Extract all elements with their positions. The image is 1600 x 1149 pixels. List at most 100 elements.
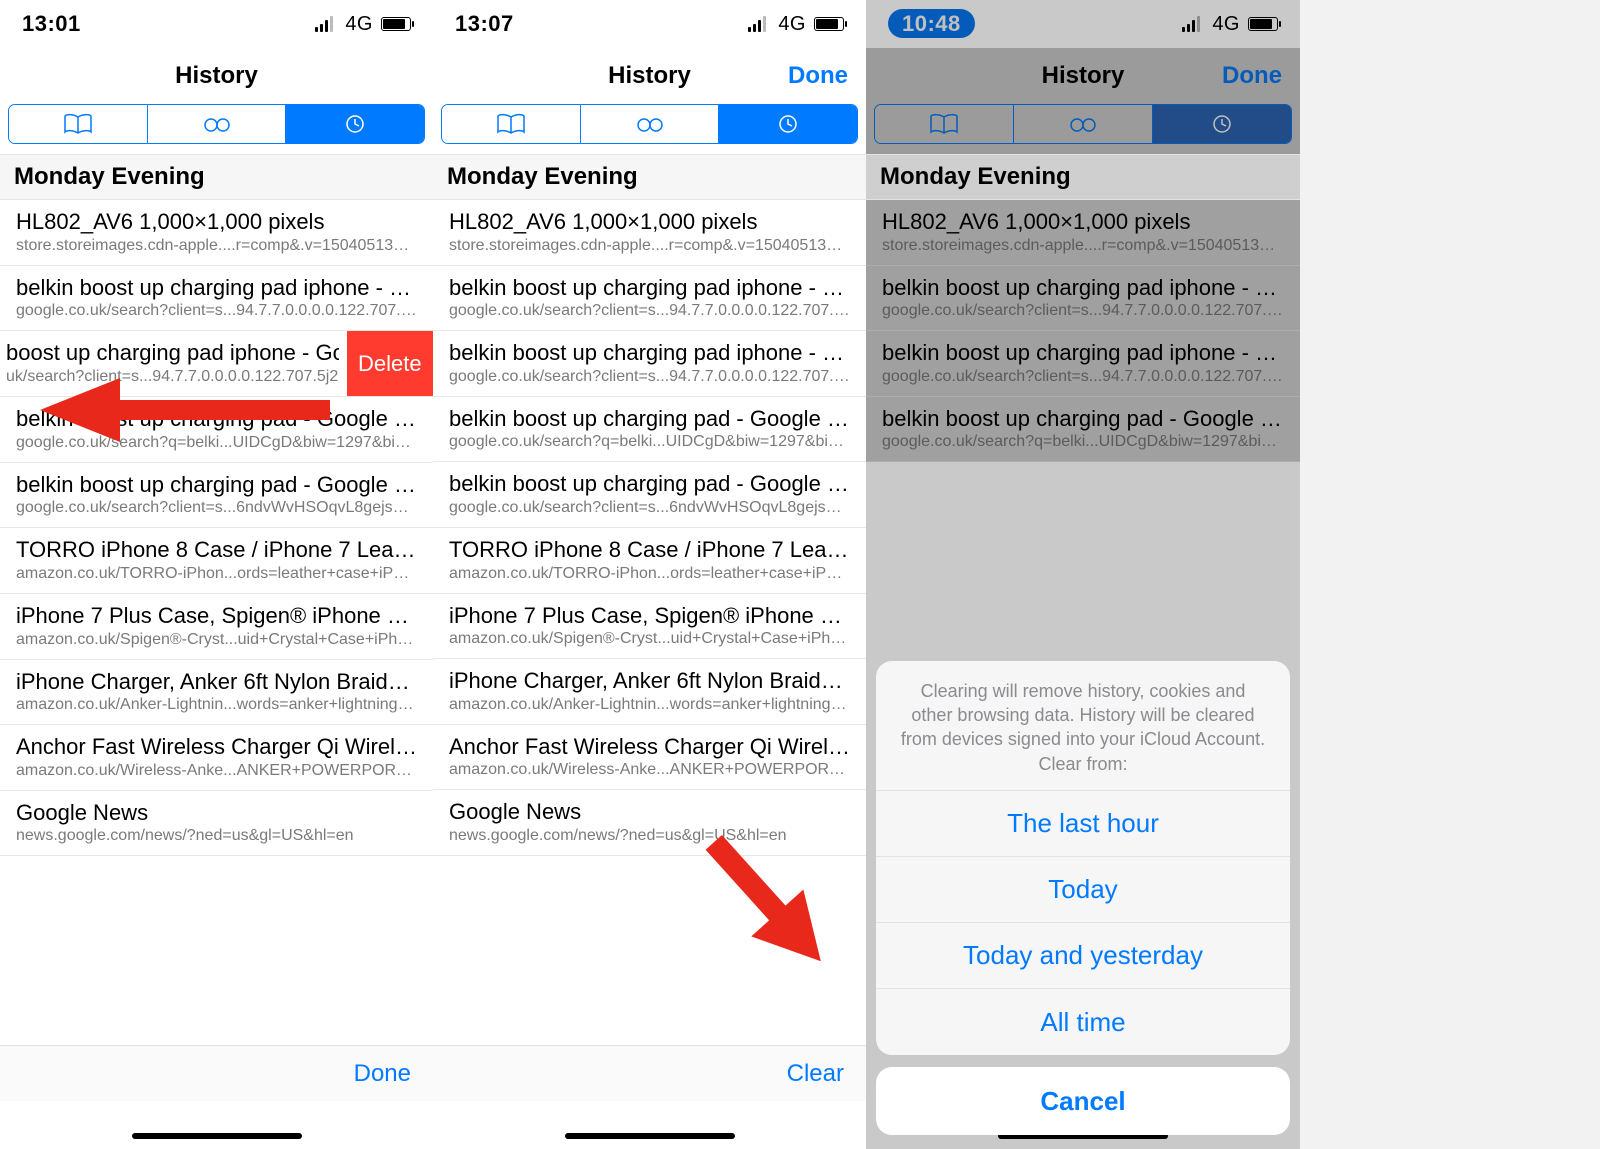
list-item[interactable]: iPhone 7 Plus Case, Spigen® iPhone 8 Plu… bbox=[433, 594, 866, 660]
nav-bar: History bbox=[0, 48, 433, 104]
status-right: 4G bbox=[1182, 13, 1278, 36]
signal-icon bbox=[748, 16, 766, 32]
network-label: 4G bbox=[1212, 13, 1240, 36]
page-title: History bbox=[175, 62, 258, 90]
history-title: HL802_AV6 1,000×1,000 pixels bbox=[16, 208, 417, 237]
history-url: google.co.uk/search?client=s...6ndvWvHSO… bbox=[16, 499, 417, 517]
history-url: google.co.uk/search?q=belki...UIDCgD&biw… bbox=[449, 433, 850, 451]
segmented-control[interactable] bbox=[441, 104, 858, 144]
status-time: 13:07 bbox=[455, 11, 514, 37]
list-item[interactable]: iPhone 7 Plus Case, Spigen® iPhone 8 Plu… bbox=[0, 594, 433, 660]
list-item[interactable]: Google News news.google.com/news/?ned=us… bbox=[0, 791, 433, 857]
action-sheet-message: Clearing will remove history, cookies an… bbox=[876, 661, 1290, 791]
history-url: amazon.co.uk/TORRO-iPhon...ords=leather+… bbox=[449, 565, 850, 583]
seg-bookmarks[interactable] bbox=[9, 105, 147, 143]
clear-button[interactable]: Clear bbox=[787, 1060, 844, 1088]
status-time-pill: 10:48 bbox=[888, 9, 975, 38]
home-indicator[interactable] bbox=[565, 1133, 735, 1139]
list-item[interactable]: Anchor Fast Wireless Charger Qi Wireless… bbox=[433, 725, 866, 791]
seg-history[interactable] bbox=[285, 105, 424, 143]
done-button[interactable]: Done bbox=[788, 62, 848, 90]
done-button[interactable]: Done bbox=[354, 1060, 411, 1088]
history-title: Anchor Fast Wireless Charger Qi Wireless… bbox=[16, 733, 417, 762]
list-item[interactable]: Google Newsnews.google.com/news/?ned=us&… bbox=[433, 790, 866, 856]
history-url: amazon.co.uk/Wireless-Anke...ANKER+POWER… bbox=[16, 762, 417, 780]
history-url: google.co.uk/search?client=s...94.7.7.0.… bbox=[882, 368, 1284, 386]
seg-bookmarks[interactable] bbox=[442, 105, 580, 143]
seg-reading-list[interactable] bbox=[580, 105, 719, 143]
battery-icon bbox=[1248, 17, 1278, 31]
section-header: Monday Evening bbox=[0, 154, 433, 200]
page-title: History bbox=[1042, 62, 1125, 90]
segmented-control bbox=[874, 104, 1292, 144]
book-icon bbox=[63, 113, 93, 135]
history-title: belkin boost up charging pad iphone - Go… bbox=[882, 339, 1284, 368]
list-item[interactable]: belkin boost up charging pad - Google Se… bbox=[433, 462, 866, 528]
nav-bar: History Done bbox=[433, 48, 866, 104]
list-item[interactable]: TORRO iPhone 8 Case / iPhone 7 Leather..… bbox=[0, 528, 433, 594]
list-item[interactable]: TORRO iPhone 8 Case / iPhone 7 Leather..… bbox=[433, 528, 866, 594]
history-url: amazon.co.uk/Spigen®-Cryst...uid+Crystal… bbox=[16, 631, 417, 649]
seg-reading-list[interactable] bbox=[147, 105, 286, 143]
status-bar: 13:07 4G bbox=[433, 0, 866, 48]
history-url: news.google.com/news/?ned=us&gl=US&hl=en bbox=[16, 827, 417, 845]
bottom-toolbar: Done bbox=[0, 1045, 433, 1101]
delete-button[interactable]: Delete bbox=[347, 331, 433, 396]
history-title: TORRO iPhone 8 Case / iPhone 7 Leather..… bbox=[16, 536, 417, 565]
history-list: HL802_AV6 1,000×1,000 pixels store.store… bbox=[0, 200, 433, 856]
history-url: google.co.uk/search?client=s...94.7.7.0.… bbox=[882, 302, 1284, 320]
glasses-icon bbox=[202, 113, 232, 135]
history-url: amazon.co.uk/Wireless-Anke...ANKER+POWER… bbox=[449, 761, 850, 779]
home-indicator[interactable] bbox=[132, 1133, 302, 1139]
signal-icon bbox=[1182, 16, 1200, 32]
list-item[interactable]: belkin boost up charging pad - Google Se… bbox=[433, 397, 866, 463]
history-url: store.storeimages.cdn-apple....r=comp&.v… bbox=[449, 237, 850, 255]
clear-today-button[interactable]: Today bbox=[876, 857, 1290, 923]
list-item[interactable]: belkin boost up charging pad iphone - Go… bbox=[433, 266, 866, 332]
clear-today-yesterday-button[interactable]: Today and yesterday bbox=[876, 923, 1290, 989]
list-item-swiped[interactable]: boost up charging pad iphone - Goo... uk… bbox=[0, 331, 433, 397]
cancel-button[interactable]: Cancel bbox=[876, 1067, 1290, 1135]
history-title: belkin boost up charging pad - Google Se… bbox=[16, 405, 417, 434]
list-item[interactable]: HL802_AV6 1,000×1,000 pixels store.store… bbox=[0, 200, 433, 266]
history-title: HL802_AV6 1,000×1,000 pixels bbox=[882, 208, 1284, 237]
done-button[interactable]: Done bbox=[1222, 62, 1282, 90]
screen-3-action-sheet: 10:48 4G History Done Monday Evening HL8… bbox=[866, 0, 1300, 1149]
clear-all-time-button[interactable]: All time bbox=[876, 989, 1290, 1055]
clear-last-hour-button[interactable]: The last hour bbox=[876, 791, 1290, 857]
history-url: news.google.com/news/?ned=us&gl=US&hl=en bbox=[449, 827, 850, 845]
list-item[interactable]: belkin boost up charging pad - Google Se… bbox=[0, 463, 433, 529]
seg-history bbox=[1152, 105, 1291, 143]
history-url: google.co.uk/search?q=belki...UIDCgD&biw… bbox=[16, 434, 417, 452]
list-item[interactable]: iPhone Charger, Anker 6ft Nylon Braided … bbox=[433, 659, 866, 725]
history-url: uk/search?client=s...94.7.7.0.0.0.0.122.… bbox=[6, 368, 339, 386]
action-sheet: Clearing will remove history, cookies an… bbox=[876, 661, 1290, 1135]
list-item[interactable]: HL802_AV6 1,000×1,000 pixelsstore.storei… bbox=[433, 200, 866, 266]
history-list: HL802_AV6 1,000×1,000 pixelsstore.storei… bbox=[866, 200, 1300, 462]
list-item[interactable]: belkin boost up charging pad iphone - Go… bbox=[0, 266, 433, 332]
history-url: store.storeimages.cdn-apple....r=comp&.v… bbox=[882, 237, 1284, 255]
history-url: google.co.uk/search?q=belki...UIDCgD&biw… bbox=[882, 433, 1284, 451]
history-url: amazon.co.uk/TORRO-iPhon...ords=leather+… bbox=[16, 565, 417, 583]
status-bar: 10:48 4G bbox=[866, 0, 1300, 48]
history-url: google.co.uk/search?client=s...6ndvWvHSO… bbox=[449, 499, 850, 517]
segmented-control-wrap bbox=[433, 104, 866, 154]
list-item[interactable]: Anchor Fast Wireless Charger Qi Wireless… bbox=[0, 725, 433, 791]
action-sheet-group: Clearing will remove history, cookies an… bbox=[876, 661, 1290, 1055]
list-item[interactable]: belkin boost up charging pad iphone - Go… bbox=[433, 331, 866, 397]
list-item[interactable]: belkin boost up charging pad - Google Se… bbox=[0, 397, 433, 463]
list-item: HL802_AV6 1,000×1,000 pixelsstore.storei… bbox=[866, 200, 1300, 266]
list-item[interactable]: iPhone Charger, Anker 6ft Nylon Braided … bbox=[0, 660, 433, 726]
seg-history[interactable] bbox=[718, 105, 857, 143]
glasses-icon bbox=[1068, 113, 1098, 135]
history-url: amazon.co.uk/Anker-Lightnin...words=anke… bbox=[16, 696, 417, 714]
status-time: 13:01 bbox=[22, 11, 81, 37]
clock-icon bbox=[773, 113, 803, 135]
segmented-control[interactable] bbox=[8, 104, 425, 144]
history-title: belkin boost up charging pad iphone - Go… bbox=[882, 274, 1284, 303]
history-title: belkin boost up charging pad - Google Se… bbox=[16, 471, 417, 500]
seg-bookmarks bbox=[875, 105, 1013, 143]
network-label: 4G bbox=[778, 13, 806, 36]
history-url: store.storeimages.cdn-apple....r=comp&.v… bbox=[16, 237, 417, 255]
bottom-toolbar: Clear bbox=[433, 1045, 866, 1101]
